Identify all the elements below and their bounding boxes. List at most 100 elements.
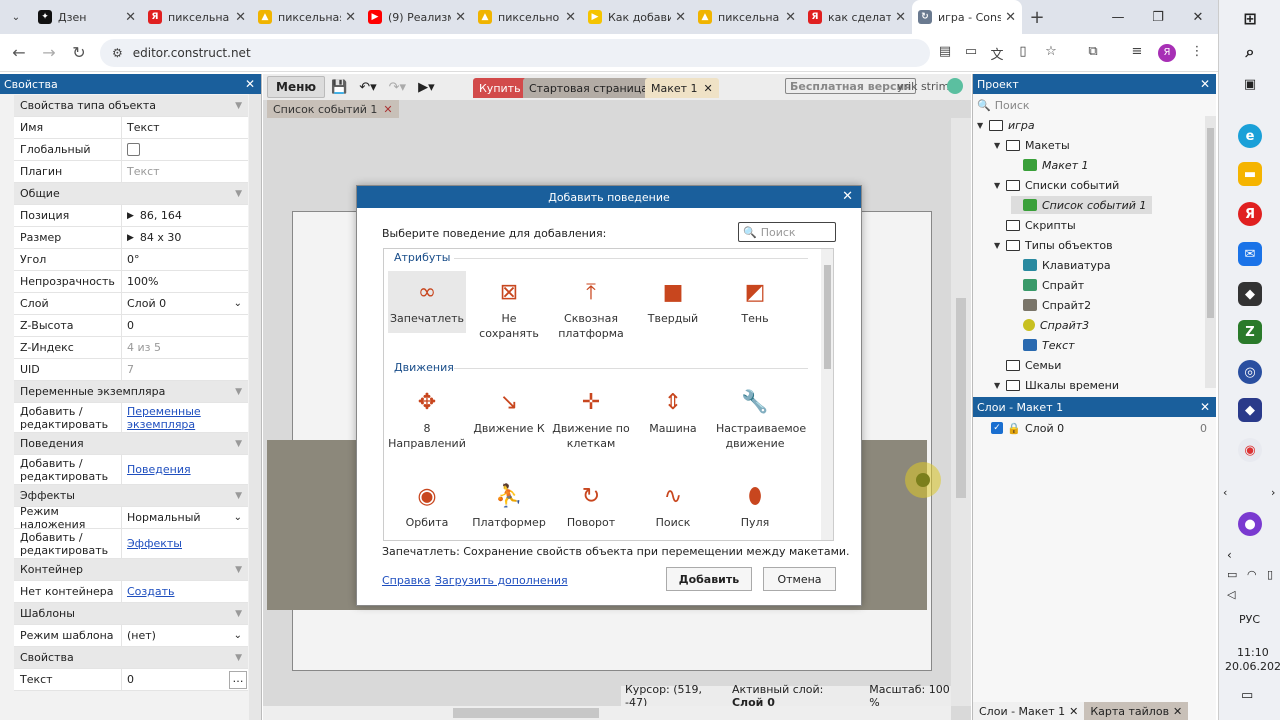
property-value-cell[interactable]: Эффекты bbox=[121, 529, 248, 558]
bottom-panel-tab[interactable]: Карта тайлов ✕ bbox=[1084, 702, 1189, 720]
property-value-cell[interactable]: ▶ 86, 164 bbox=[121, 205, 248, 226]
editor-tab[interactable]: Макет 1 ✕ bbox=[645, 78, 719, 98]
collapse-arrow-icon[interactable]: ▼ bbox=[235, 387, 242, 397]
tab-close-icon[interactable]: ✕ bbox=[785, 10, 796, 25]
behavior-item[interactable]: ∞ Запечатлеть bbox=[388, 271, 466, 333]
property-value-cell[interactable]: Текст bbox=[121, 117, 248, 138]
property-value-cell[interactable]: 0° bbox=[121, 249, 248, 270]
maximize-icon[interactable]: ❐ bbox=[1138, 0, 1178, 34]
layer-row[interactable]: ✓ 🔒 Слой 0 0 bbox=[991, 420, 1211, 436]
property-value-cell[interactable]: (нет) ⌄ bbox=[121, 625, 248, 646]
property-row[interactable]: Глобальный bbox=[14, 139, 248, 161]
project-tree-item[interactable]: ▼ Макеты bbox=[994, 136, 1070, 154]
property-row[interactable]: Размер ▶ 84 x 30 bbox=[14, 227, 248, 249]
browser-tab[interactable]: ▶ (9) Реализм ✕ bbox=[362, 0, 472, 34]
redo-icon[interactable]: ↷▾ bbox=[383, 76, 412, 98]
browser-tab[interactable]: ▲ пиксельна ✕ bbox=[692, 0, 802, 34]
user-name[interactable]: yrik strim bbox=[897, 80, 949, 93]
h-scroll-thumb[interactable] bbox=[453, 708, 599, 718]
close-dialog-icon[interactable]: ✕ bbox=[842, 189, 853, 204]
property-value-cell[interactable]: 0 bbox=[121, 315, 248, 336]
extensions-icon[interactable]: ⧉ bbox=[1084, 44, 1102, 62]
property-value[interactable]: Создать bbox=[127, 585, 248, 598]
collapse-arrow-icon[interactable]: ▼ bbox=[235, 609, 242, 619]
download-addons-link[interactable]: Загрузить дополнения bbox=[435, 574, 568, 587]
project-tree-item[interactable]: Спрайт bbox=[1011, 276, 1084, 294]
project-search-input[interactable]: 🔍 Поиск bbox=[977, 96, 1207, 114]
clock-time[interactable]: 11:10 bbox=[1237, 646, 1269, 659]
project-tree-item[interactable]: Список событий 1 bbox=[1011, 196, 1153, 214]
property-category[interactable]: Свойства ▼ bbox=[14, 647, 248, 669]
page-icon[interactable]: ▯ bbox=[1014, 44, 1032, 62]
battery2-icon[interactable]: ▯ bbox=[1267, 568, 1273, 581]
preview-play-icon[interactable]: ▶▾ bbox=[412, 76, 441, 98]
tab-close-icon[interactable]: ✕ bbox=[565, 10, 576, 25]
project-tree-item[interactable]: Семьи bbox=[994, 356, 1061, 374]
project-tree-item[interactable]: ▼ Списки событий bbox=[994, 176, 1119, 194]
property-row[interactable]: Режим шаблона (нет) ⌄ bbox=[14, 625, 248, 647]
site-settings-icon[interactable]: ⚙ bbox=[112, 46, 123, 60]
zl-app-icon[interactable]: Z bbox=[1238, 320, 1262, 344]
behavior-item[interactable]: ⤒ Сквозная платформа bbox=[552, 271, 630, 341]
alice-assistant-icon[interactable]: ● bbox=[1238, 512, 1262, 536]
browser-tab[interactable]: ▲ пиксельная ✕ bbox=[252, 0, 362, 34]
browser-tab[interactable]: ▲ пиксельно ✕ bbox=[472, 0, 582, 34]
help-link[interactable]: Справка bbox=[382, 574, 430, 587]
close-properties-icon[interactable]: ✕ bbox=[245, 77, 255, 91]
project-tree-item[interactable]: Скрипты bbox=[994, 216, 1076, 234]
behavior-search-input[interactable]: 🔍 Поиск bbox=[738, 222, 836, 242]
behavior-item[interactable]: 🔧 Настраиваемое движение bbox=[716, 381, 806, 451]
behavior-item[interactable]: ✛ Движение по клеткам bbox=[552, 381, 630, 451]
save-icon[interactable]: 💾 bbox=[325, 76, 353, 98]
canvas-horizontal-scrollbar[interactable] bbox=[263, 706, 951, 720]
project-tree-item[interactable]: Макет 1 bbox=[1011, 156, 1089, 174]
property-row[interactable]: Плагин Текст bbox=[14, 161, 248, 183]
property-category[interactable]: Переменные экземпляра ▼ bbox=[14, 381, 248, 403]
project-tree-item[interactable]: ▼ игра bbox=[977, 116, 1035, 134]
property-row[interactable]: Добавить / редактировать Поведения bbox=[14, 455, 248, 485]
behavior-item[interactable]: ⊠ Не сохранять bbox=[470, 271, 548, 341]
browser-tab[interactable]: ↻ игра - Cons ✕ bbox=[912, 0, 1022, 34]
property-row[interactable]: Угол 0° bbox=[14, 249, 248, 271]
property-category[interactable]: Свойства типа объекта ▼ bbox=[14, 95, 248, 117]
translate-icon[interactable]: 文 bbox=[988, 44, 1006, 63]
property-category[interactable]: Контейнер ▼ bbox=[14, 559, 248, 581]
event-sheet-tab[interactable]: Список событий 1 ✕ bbox=[267, 100, 399, 118]
tree-expand-icon[interactable]: ▼ bbox=[994, 241, 1006, 250]
project-tree-item[interactable]: Текст bbox=[1011, 336, 1075, 354]
profile-avatar[interactable]: Я bbox=[1158, 44, 1176, 62]
dropdown-chevron-icon[interactable]: ⌄ bbox=[234, 630, 242, 641]
project-tree-item[interactable]: Спрайт2 bbox=[1011, 296, 1091, 314]
editor-tab[interactable]: Купить bbox=[473, 78, 527, 98]
cast-icon[interactable]: ▭ bbox=[962, 44, 980, 62]
property-row[interactable]: Добавить / редактировать Переменные экзем… bbox=[14, 403, 248, 433]
property-row[interactable]: Z-Высота 0 bbox=[14, 315, 248, 337]
property-row[interactable]: Z-Индекс 4 из 5 bbox=[14, 337, 248, 359]
property-row[interactable]: Непрозрачность 100% bbox=[14, 271, 248, 293]
app-swirl-icon[interactable]: ◎ bbox=[1238, 360, 1262, 384]
dropdown-chevron-icon[interactable]: ⌄ bbox=[234, 512, 242, 523]
property-value-cell[interactable]: Текст bbox=[121, 161, 248, 182]
project-tree-item[interactable]: ▼ Шкалы времени bbox=[994, 376, 1119, 394]
media-icon[interactable]: ≡ bbox=[1128, 44, 1146, 62]
property-row[interactable]: UID 7 bbox=[14, 359, 248, 381]
property-row[interactable]: Режим наложения Нормальный ⌄ bbox=[14, 505, 248, 531]
tree-expand-icon[interactable]: ▼ bbox=[994, 181, 1006, 190]
behavior-item[interactable]: ⛹ Платформер bbox=[470, 475, 548, 530]
properties-scrollbar[interactable] bbox=[249, 94, 261, 720]
collapse-arrow-icon[interactable]: ▼ bbox=[235, 439, 242, 449]
battery-icon[interactable]: ▭ bbox=[1227, 568, 1237, 581]
tray-scroll-right-icon[interactable]: › bbox=[1271, 486, 1275, 499]
tray-scroll-left-icon[interactable]: ‹ bbox=[1223, 486, 1227, 499]
tab-close-icon[interactable]: ✕ bbox=[345, 10, 356, 25]
browser-tab[interactable]: ✦ Дзен ✕ bbox=[32, 0, 142, 34]
edge-icon[interactable]: e bbox=[1238, 124, 1262, 148]
wifi-icon[interactable]: ◠ bbox=[1247, 568, 1257, 581]
property-value-cell[interactable]: Поведения bbox=[121, 455, 248, 484]
property-value-cell[interactable]: 4 из 5 bbox=[121, 337, 248, 358]
property-value-cell[interactable]: Нормальный ⌄ bbox=[121, 507, 248, 528]
user-avatar-icon[interactable] bbox=[947, 78, 963, 94]
browser-tab[interactable]: Якак сделать✕ bbox=[802, 0, 912, 34]
notifications-icon[interactable]: ▭ bbox=[1241, 688, 1253, 703]
behavior-item[interactable]: ⇕ Машина bbox=[634, 381, 712, 436]
